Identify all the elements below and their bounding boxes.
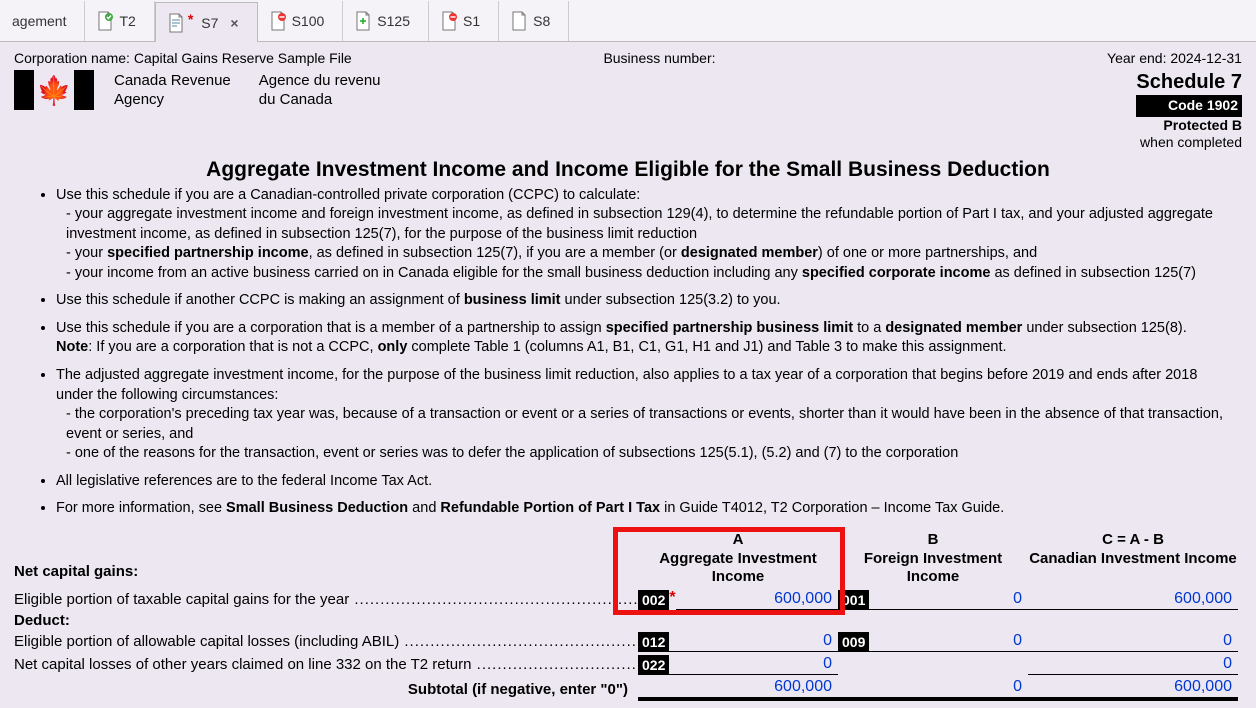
row-subtotal: Subtotal (if negative, enter "0") 600,00…	[14, 677, 1242, 701]
column-c-header: C = A - B Canadian Investment Income	[1028, 531, 1238, 587]
column-a-header: A Aggregate Investment Income	[638, 531, 838, 587]
row-net-capital-losses: Net capital losses of other years claime…	[14, 654, 1242, 675]
tab-label: agement	[12, 13, 66, 29]
year-end-value: 2024-12-31	[1170, 50, 1242, 66]
info-bar: Corporation name: Capital Gains Reserve …	[0, 42, 1256, 68]
business-number-label: Business number:	[603, 50, 715, 66]
required-indicator-icon: *	[669, 589, 675, 607]
tab-s125[interactable]: S125	[343, 1, 429, 41]
schedule-code: Code 1902	[1136, 95, 1242, 117]
tab-bar: agement T2 * S7 × S100 S125 S1	[0, 0, 1256, 42]
row-eligible-gains: Eligible portion of taxable capital gain…	[14, 589, 1242, 610]
calculation-table: Net capital gains: A Aggregate Investmen…	[0, 527, 1256, 701]
page-title: Aggregate Investment Income and Income E…	[0, 158, 1256, 182]
tab-label: S8	[533, 13, 550, 29]
tab-t2[interactable]: T2	[85, 1, 154, 41]
document-plus-icon	[355, 11, 371, 31]
agency-name: Canada Revenue Agency Agence du revenu d…	[94, 70, 391, 152]
tab-s100[interactable]: S100	[258, 1, 344, 41]
tab-label: T2	[119, 13, 135, 29]
net-capital-gains-heading: Net capital gains:	[14, 563, 638, 580]
tab-label: S125	[377, 13, 410, 29]
deduct-heading: Deduct:	[14, 612, 638, 629]
schedule-info: Schedule 7 Code 1902 Protected B when co…	[1136, 70, 1242, 152]
tab-label: S100	[292, 13, 325, 29]
document-icon	[511, 11, 527, 31]
tab-label: S1	[463, 13, 480, 29]
protected-label: Protected B	[1163, 117, 1242, 133]
document-minus-icon	[270, 11, 286, 31]
value-input[interactable]: 0	[869, 631, 1028, 652]
year-end-label: Year end:	[1107, 50, 1166, 66]
form-header: 🍁 Canada Revenue Agency Agence du revenu…	[0, 68, 1256, 152]
document-icon	[168, 13, 184, 33]
modified-indicator-icon: *	[188, 11, 193, 27]
line-code: 012	[638, 632, 669, 652]
instructions: Use this schedule if you are a Canadian-…	[0, 186, 1256, 519]
tab-s8[interactable]: S8	[499, 1, 569, 41]
line-code: 001	[838, 590, 869, 610]
canada-flag-icon: 🍁	[14, 70, 94, 110]
value-input[interactable]: 0	[669, 631, 838, 652]
tab-agement[interactable]: agement	[0, 1, 85, 41]
row-allowable-losses: Eligible portion of allowable capital lo…	[14, 631, 1242, 652]
line-code: 009	[838, 632, 869, 652]
line-code: 022	[638, 655, 669, 675]
value-calc: 600,000	[1028, 589, 1238, 610]
subtotal-label: Subtotal (if negative, enter "0")	[14, 681, 638, 698]
value-calc: 0	[1028, 631, 1238, 652]
value-calc: 0	[1028, 654, 1238, 675]
document-check-icon	[97, 11, 113, 31]
close-icon[interactable]: ×	[230, 15, 238, 31]
schedule-title: Schedule 7	[1136, 70, 1242, 95]
corp-name-value: Capital Gains Reserve Sample File	[134, 50, 352, 66]
value-subtotal: 0	[838, 677, 1028, 699]
value-subtotal: 600,000	[1028, 677, 1238, 699]
when-completed: when completed	[1136, 134, 1242, 152]
value-input[interactable]: 0	[669, 654, 838, 675]
column-b-header: B Foreign Investment Income	[838, 531, 1028, 587]
line-code: 002	[638, 590, 669, 610]
tab-s7[interactable]: * S7 ×	[155, 2, 258, 42]
tab-s1[interactable]: S1	[429, 1, 499, 41]
value-subtotal: 600,000	[638, 677, 838, 699]
corp-name-label: Corporation name:	[14, 50, 130, 66]
document-minus-icon	[441, 11, 457, 31]
tab-label: S7	[201, 15, 218, 31]
value-input[interactable]: 600,000	[676, 589, 838, 610]
value-input[interactable]: 0	[869, 589, 1028, 610]
